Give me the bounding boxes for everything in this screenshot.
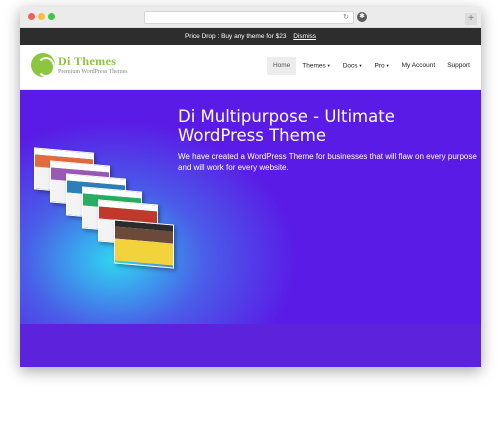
reload-icon[interactable]: ↻ <box>343 13 349 22</box>
browser-toolbar: ↻ ✱ + <box>20 7 481 28</box>
nav-item-support[interactable]: Support <box>441 57 476 75</box>
caret-down-icon: ▼ <box>358 63 363 68</box>
new-tab-icon[interactable]: + <box>465 13 477 25</box>
extension-icon[interactable]: ✱ <box>357 12 367 22</box>
caret-down-icon: ▼ <box>326 63 331 68</box>
logo-title[interactable]: Di Themes <box>58 54 116 69</box>
nav-item-my-account[interactable]: My Account <box>396 57 442 75</box>
minimize-window-button[interactable] <box>38 13 45 20</box>
address-bar[interactable]: ↻ <box>144 11 354 24</box>
nav-item-docs[interactable]: Docs▼ <box>337 57 369 75</box>
logo-icon[interactable] <box>31 53 55 77</box>
logo-tagline: Premium WordPress Themes <box>58 69 128 75</box>
nav-item-pro[interactable]: Pro▼ <box>369 57 396 75</box>
caret-down-icon: ▼ <box>385 63 390 68</box>
browser-window: ↻ ✱ + Price Drop : Buy any theme for $23… <box>20 7 481 367</box>
hero-title: Di Multipurpose - Ultimate WordPress The… <box>178 107 395 145</box>
promo-text: Price Drop : Buy any theme for $23 <box>184 33 287 40</box>
dismiss-link[interactable]: Dismiss <box>293 33 316 40</box>
close-window-button[interactable] <box>28 13 35 20</box>
promo-bar: Price Drop : Buy any theme for $23 Dismi… <box>20 28 481 45</box>
theme-preview-card <box>114 219 174 269</box>
nav-item-themes[interactable]: Themes▼ <box>296 57 336 75</box>
nav-item-home[interactable]: Home <box>266 57 297 75</box>
hero-bottom-band <box>20 324 481 367</box>
maximize-window-button[interactable] <box>48 13 55 20</box>
site-header: Di Themes Premium WordPress Themes Home … <box>20 45 481 90</box>
hero-section: Di Multipurpose - Ultimate WordPress The… <box>20 90 481 324</box>
main-nav: Home Themes▼ Docs▼ Pro▼ My Account Suppo… <box>266 57 476 75</box>
hero-description: We have created a WordPress Theme for bu… <box>178 152 477 172</box>
